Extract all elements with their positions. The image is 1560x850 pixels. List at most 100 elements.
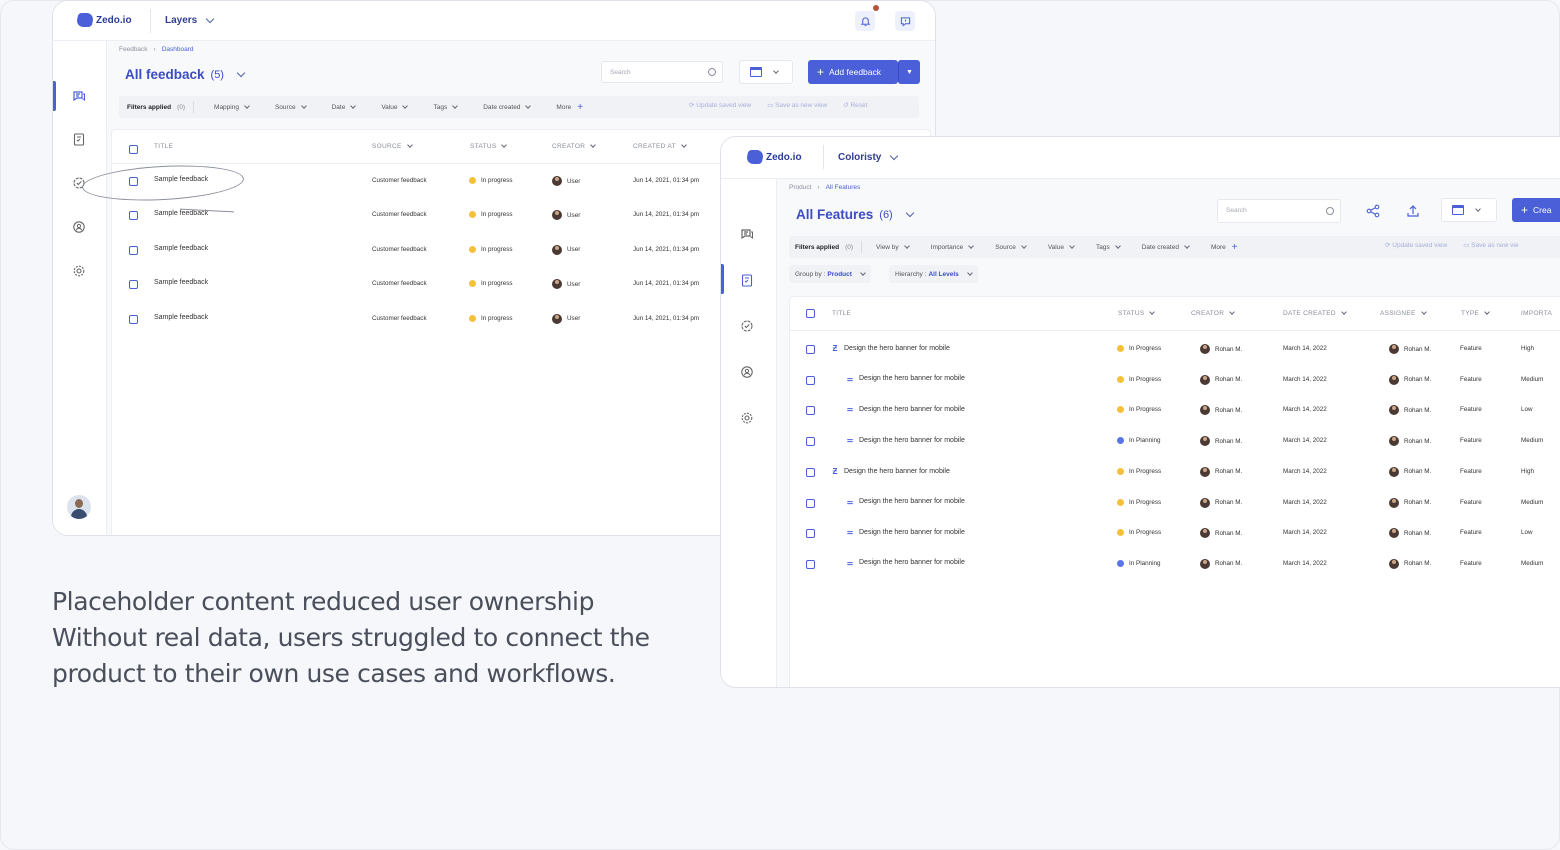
select-all-checkbox[interactable] [129, 145, 138, 154]
table-row[interactable]: ⚌ Design the hero banner for mobile In Pro… [790, 396, 1560, 426]
column-date-created[interactable]: DATE CREATED [1283, 309, 1347, 317]
filter-date-created[interactable]: Date created [483, 102, 532, 111]
filter-source[interactable]: Source [995, 242, 1027, 251]
add-feedback-button[interactable]: + Add feedback [808, 60, 898, 84]
group-by-selector[interactable]: Group by : Product [789, 265, 871, 283]
row-assignee[interactable]: Rohan M. [1389, 374, 1431, 385]
column-source[interactable]: SOURCE [372, 142, 413, 150]
row-assignee[interactable]: Rohan M. [1389, 466, 1431, 477]
filter-more[interactable]: More + [1211, 242, 1238, 253]
sidebar-item-features[interactable] [738, 271, 756, 289]
row-checkbox[interactable] [806, 406, 815, 416]
view-selector[interactable] [739, 60, 793, 84]
row-checkbox[interactable] [129, 245, 138, 255]
bell-icon[interactable] [855, 11, 875, 31]
row-checkbox[interactable] [806, 437, 815, 447]
share-icon[interactable] [1363, 201, 1383, 221]
search-input[interactable]: Search [1217, 199, 1341, 223]
table-row[interactable]: ⚌ Design the hero banner for mobile In Pla… [790, 427, 1560, 457]
sidebar-item-feedback[interactable] [70, 87, 88, 105]
view-selector[interactable] [1441, 198, 1497, 222]
hierarchy-selector[interactable]: Hierarchy : All Levels [889, 265, 978, 283]
column-status[interactable]: STATUS [1118, 309, 1156, 317]
column-importance[interactable]: IMPORTA [1521, 310, 1552, 317]
row-assignee[interactable]: Rohan M. [1389, 558, 1431, 569]
filters-applied[interactable]: Filters applied (0) [795, 244, 853, 251]
row-checkbox[interactable] [806, 345, 815, 354]
table-row[interactable]: ⚌ Design the hero banner for mobile In Pro… [790, 489, 1560, 519]
logo[interactable]: Zedo.io [75, 13, 132, 27]
table-row[interactable]: ⚌ Design the hero banner for mobile In Pro… [790, 366, 1560, 396]
row-checkbox[interactable] [806, 559, 815, 569]
filters-applied[interactable]: Filters applied (0) [127, 104, 185, 111]
row-title[interactable]: ⚌ Design the hero banner for mobile [846, 528, 965, 537]
row-checkbox[interactable] [806, 498, 815, 508]
sidebar-item-settings[interactable] [738, 409, 756, 427]
sidebar-item-releases[interactable] [738, 317, 756, 335]
save-as-new-view[interactable]: ▭ Save as new view [767, 101, 827, 109]
sidebar-item-feedback[interactable] [738, 225, 756, 243]
row-title[interactable]: ⚌ Design the hero banner for mobile [846, 405, 965, 414]
filter-value[interactable]: Value [381, 102, 409, 111]
filter-more[interactable]: More + [556, 102, 583, 113]
filter-source[interactable]: Source [275, 102, 307, 111]
table-row[interactable]: ⚌ Design the hero banner for mobile In Pla… [790, 550, 1560, 580]
column-title[interactable]: TITLE [154, 143, 173, 150]
row-title[interactable]: Ƶ Design the hero banner for mobile [831, 344, 950, 353]
filter-tags[interactable]: Tags [1096, 242, 1121, 251]
row-checkbox[interactable] [806, 467, 815, 477]
row-title[interactable]: ⚌ Design the hero banner for mobile [846, 436, 965, 445]
update-saved-view[interactable]: ⟳ Update saved view [689, 101, 751, 109]
row-title[interactable]: Sample feedback [154, 245, 208, 252]
column-assignee[interactable]: ASSIGNEE [1380, 309, 1427, 317]
column-title[interactable]: TITLE [832, 310, 851, 317]
project-selector[interactable]: Coloristy [838, 151, 899, 163]
page-title[interactable]: All Features (6) [796, 207, 914, 222]
column-creator[interactable]: CREATOR [552, 142, 597, 150]
row-checkbox[interactable] [806, 529, 815, 539]
filter-date-created[interactable]: Date created [1142, 242, 1190, 251]
table-row[interactable]: ⚌ Design the hero banner for mobile In Pro… [790, 519, 1560, 549]
reset-button[interactable]: ↺ Reset [843, 101, 867, 109]
sidebar-item-settings[interactable] [70, 262, 88, 280]
filter-value[interactable]: Value [1048, 242, 1075, 251]
filter-mapping[interactable]: Mapping [214, 102, 250, 111]
row-assignee[interactable]: Rohan M. [1389, 497, 1431, 508]
update-saved-view[interactable]: ⟳ Update saved view [1385, 241, 1447, 249]
column-creator[interactable]: CREATOR [1191, 309, 1236, 317]
create-button[interactable]: + Crea [1512, 198, 1560, 222]
table-row[interactable]: Ƶ Design the hero banner for mobile In Pro… [790, 458, 1560, 488]
column-type[interactable]: TYPE [1461, 309, 1491, 317]
save-as-new-view[interactable]: ▭ Save as new vie [1463, 241, 1518, 249]
row-title[interactable]: Sample feedback [154, 314, 208, 321]
row-checkbox[interactable] [806, 375, 815, 385]
breadcrumb-current[interactable]: Dashboard [162, 46, 194, 53]
row-checkbox[interactable] [129, 314, 138, 324]
row-title[interactable]: ⚌ Design the hero banner for mobile [846, 498, 965, 506]
breadcrumb-current[interactable]: All Features [826, 184, 861, 191]
search-input[interactable]: Search [601, 61, 723, 83]
breadcrumb-item[interactable]: Product [789, 184, 811, 191]
row-assignee[interactable]: Rohan M. [1389, 344, 1431, 354]
select-all-checkbox[interactable] [806, 309, 815, 318]
row-title[interactable]: ⚌ Design the hero banner for mobile [846, 375, 965, 383]
filter-importance[interactable]: Importance [931, 242, 975, 251]
filter-view-by[interactable]: View by [876, 242, 910, 251]
row-title[interactable]: Ƶ Design the hero banner for mobile [831, 467, 950, 476]
row-title[interactable]: Sample feedback [154, 210, 208, 217]
row-title[interactable]: Sample feedback [154, 279, 208, 286]
row-title[interactable]: ⚌ Design the hero banner for mobile [846, 559, 965, 567]
column-created-at[interactable]: CREATED AT [633, 142, 687, 150]
avatar[interactable] [67, 495, 91, 519]
row-assignee[interactable]: Rohan M. [1389, 528, 1431, 539]
row-checkbox[interactable] [129, 211, 138, 221]
breadcrumb-item[interactable]: Feedback [119, 46, 148, 53]
filter-date[interactable]: Date [332, 102, 357, 111]
project-selector[interactable]: Layers [165, 14, 215, 26]
table-row[interactable]: Ƶ Design the hero banner for mobile In Pro… [790, 335, 1560, 365]
sidebar-item-users[interactable] [738, 363, 756, 381]
filter-tags[interactable]: Tags [433, 102, 459, 111]
logo[interactable]: Zedo.io [745, 150, 802, 164]
column-status[interactable]: STATUS [470, 142, 508, 150]
sidebar-item-users[interactable] [70, 218, 88, 236]
